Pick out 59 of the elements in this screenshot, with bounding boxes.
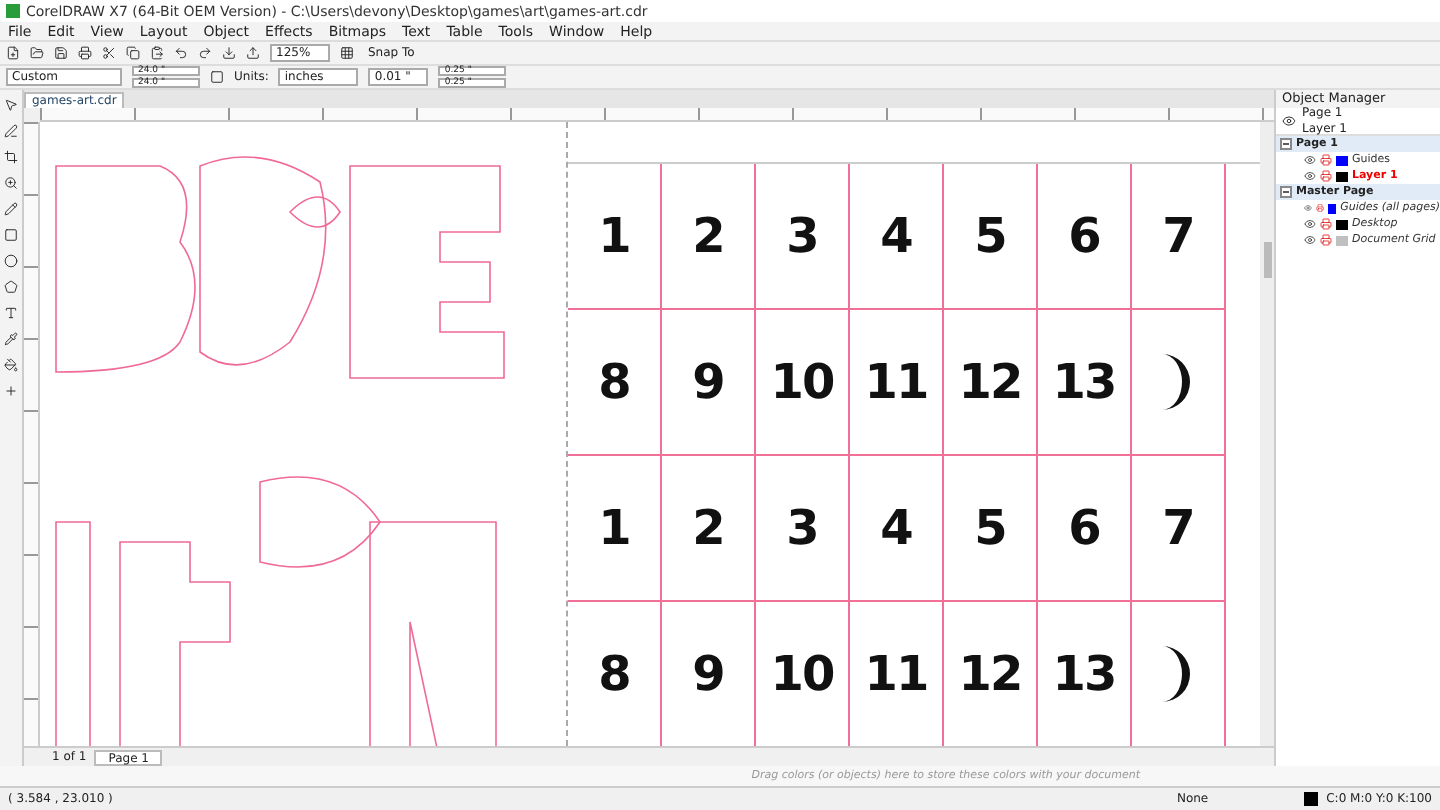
card-number: 13 [1052, 646, 1116, 702]
card-number: 1 [598, 500, 630, 556]
import-icon[interactable] [222, 46, 236, 60]
add-icon[interactable] [4, 384, 18, 398]
collapse-icon[interactable] [1280, 186, 1292, 198]
card-number: 5 [974, 208, 1006, 264]
text-icon[interactable] [4, 306, 18, 320]
card-number: 9 [692, 354, 724, 410]
polygon-icon[interactable] [4, 280, 18, 294]
rectangle-icon[interactable] [4, 228, 18, 242]
fill-icon[interactable] [4, 358, 18, 372]
card-number: 11 [864, 354, 928, 410]
folder-icon[interactable] [30, 46, 44, 60]
crop-icon[interactable] [4, 150, 18, 164]
grid-icon[interactable] [340, 46, 354, 60]
collapse-icon[interactable] [1280, 138, 1292, 150]
card-number: 6 [1068, 208, 1100, 264]
copy-icon[interactable] [126, 46, 140, 60]
app-logo-icon [6, 4, 20, 18]
card-number: 13 [1052, 354, 1116, 410]
ellipse-icon[interactable] [4, 254, 18, 268]
eyedropper-icon[interactable] [4, 332, 18, 346]
zoom-icon[interactable] [4, 176, 18, 190]
card-number: 2 [692, 500, 724, 556]
card-number: 10 [770, 646, 834, 702]
card-number: 2 [692, 208, 724, 264]
eye-icon[interactable] [1304, 170, 1316, 182]
printer-icon[interactable] [78, 46, 92, 60]
card-number: 3 [786, 500, 818, 556]
export-icon[interactable] [246, 46, 260, 60]
card-number: 6 [1068, 500, 1100, 556]
eye-icon[interactable] [1282, 114, 1296, 128]
redo-icon[interactable] [198, 46, 212, 60]
pointer-icon[interactable] [4, 98, 18, 112]
card-number: 7 [1162, 208, 1194, 264]
undo-icon[interactable] [174, 46, 188, 60]
card-number: 5 [974, 500, 1006, 556]
card-number: 4 [880, 208, 912, 264]
card-number: 9 [692, 646, 724, 702]
eye-icon[interactable] [1304, 218, 1316, 230]
pen-icon[interactable] [4, 124, 18, 138]
new-file-icon[interactable] [6, 46, 20, 60]
card-number: 8 [598, 646, 630, 702]
card-number: 11 [864, 646, 928, 702]
pencil-icon[interactable] [4, 202, 18, 216]
card-number: 7 [1162, 500, 1194, 556]
card-number: 10 [770, 354, 834, 410]
card-number: 1 [598, 208, 630, 264]
scissors-icon[interactable] [102, 46, 116, 60]
card-number: 12 [958, 646, 1022, 702]
eye-icon[interactable] [1304, 234, 1316, 246]
card-number: 12 [958, 354, 1022, 410]
outline-color-swatch [1304, 792, 1319, 806]
paste-icon[interactable] [150, 46, 164, 60]
card-number: 4 [880, 500, 912, 556]
save-icon[interactable] [54, 46, 68, 60]
card-number: 8 [598, 354, 630, 410]
card-number: 3 [786, 208, 818, 264]
eye-icon[interactable] [1304, 154, 1316, 166]
